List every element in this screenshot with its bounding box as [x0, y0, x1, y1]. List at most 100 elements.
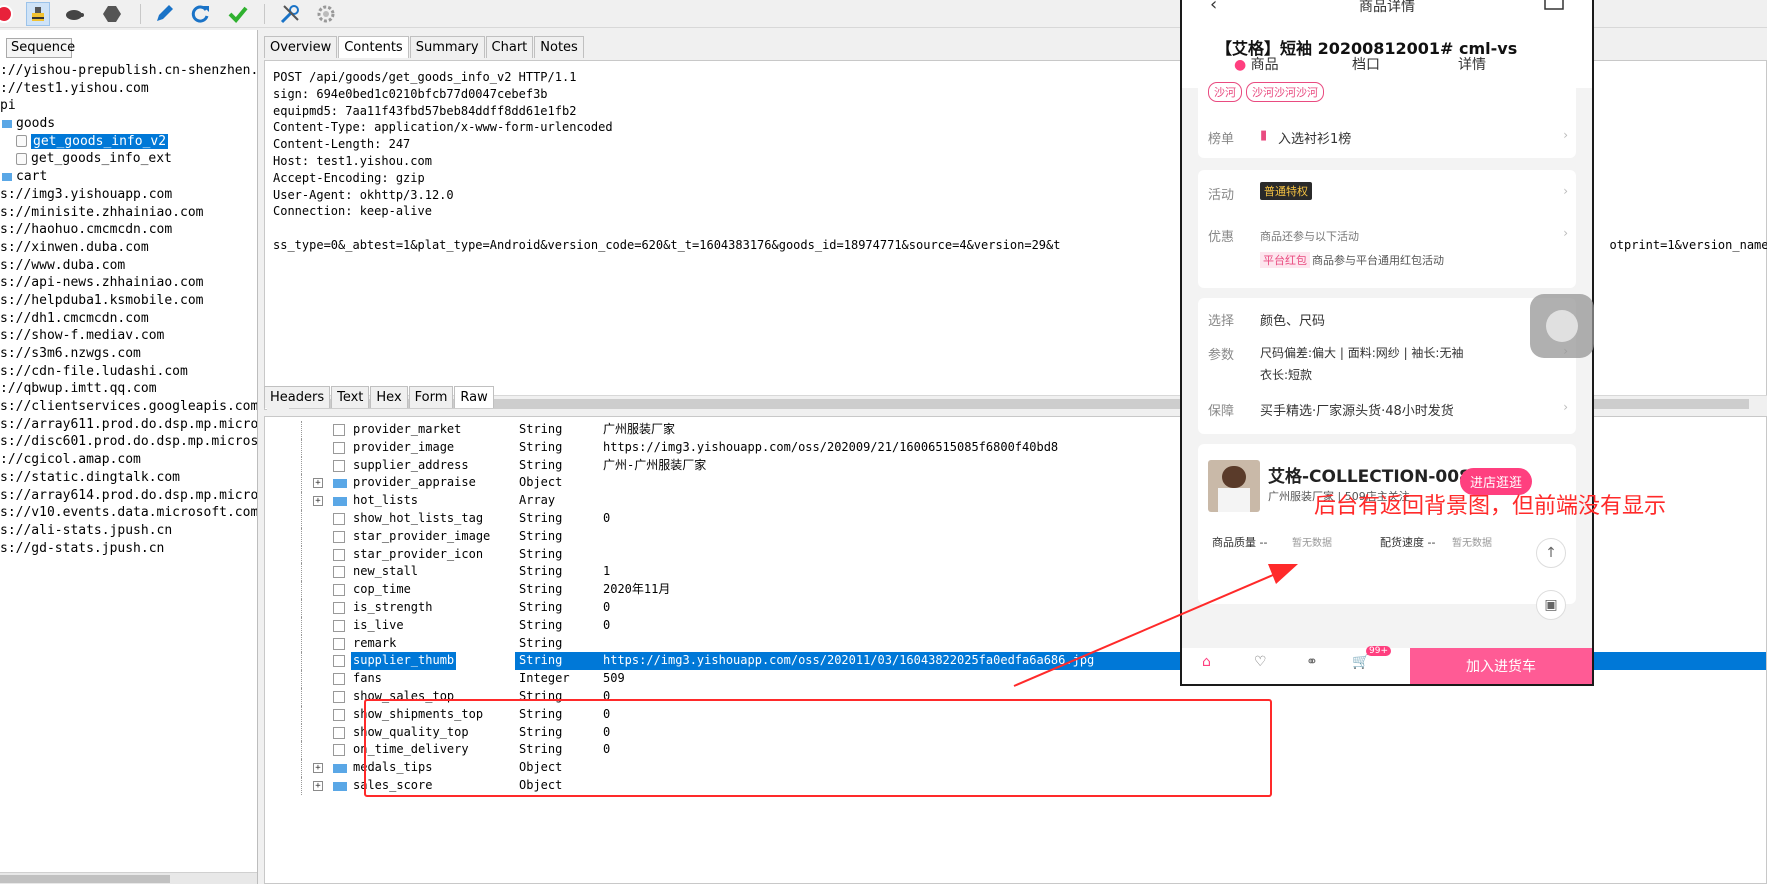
session-list-item[interactable]: get_goods_info_v2 — [0, 133, 257, 151]
store-name: 艾格-COLLECTION-008 — [1268, 467, 1471, 487]
session-list-item[interactable]: s://v10.events.data.microsoft.com — [0, 504, 257, 522]
session-list-item[interactable]: s://array614.prod.do.dsp.mp.microsof — [0, 487, 257, 505]
session-list-item[interactable]: s://minisite.zhhainiao.com — [0, 204, 257, 222]
file-icon — [333, 637, 345, 650]
expand-plus-icon[interactable]: + — [313, 478, 323, 489]
session-list-item[interactable]: s://xinwen.duba.com — [0, 239, 257, 257]
session-list-item[interactable]: s://dh1.cmcmcdn.com — [0, 310, 257, 328]
nav-tab-goods[interactable]: ● 商品 — [1234, 54, 1279, 74]
session-list-item[interactable]: ://cgicol.amap.com — [0, 451, 257, 469]
session-list-item[interactable]: s://clientservices.googleapis.com — [0, 398, 257, 416]
file-icon — [333, 584, 345, 597]
session-list-item[interactable]: s://show-f.mediav.com — [0, 327, 257, 345]
add-to-cart-button[interactable]: 加入进货车 — [1410, 648, 1592, 684]
session-label: cart — [16, 169, 48, 185]
nav-tab-detail[interactable]: 详情 — [1458, 54, 1486, 74]
expand-plus-icon[interactable]: + — [313, 496, 323, 507]
tab-chart[interactable]: Chart — [485, 36, 534, 58]
guarantee-label: 保障 — [1208, 404, 1235, 419]
session-list-item[interactable]: pi — [0, 97, 257, 115]
session-list-item[interactable]: s://www.duba.com — [0, 257, 257, 275]
param-line1: 尺码偏差:偏大 | 面料:网纱 | 袖长:无袖 — [1260, 346, 1464, 360]
folder-icon — [333, 782, 347, 791]
session-list-item[interactable]: goods — [0, 115, 257, 133]
tree-name: is_live — [353, 617, 404, 632]
session-list-item[interactable]: s://api-news.zhhainiao.com — [0, 274, 257, 292]
session-list-item[interactable]: s://gd-stats.jpush.cn — [0, 540, 257, 558]
expand-plus-icon[interactable]: + — [313, 763, 323, 774]
session-list-item[interactable]: s://disc601.prod.do.dsp.mp.microsoft — [0, 433, 257, 451]
nav-tab-stall[interactable]: 档口 — [1352, 54, 1380, 74]
file-icon — [333, 744, 345, 757]
session-list-item[interactable]: ://test1.yishou.com — [0, 80, 257, 98]
session-list-item[interactable]: s://ali-stats.jpush.cn — [0, 522, 257, 540]
scroll-top-icon[interactable]: ↑ — [1536, 538, 1566, 568]
tree-value: 1 — [603, 564, 611, 579]
tag[interactable]: 沙河 — [1208, 82, 1242, 102]
record-icon[interactable] — [0, 2, 16, 26]
session-list-item[interactable]: s://cdn-file.ludashi.com — [0, 363, 257, 381]
tab-raw[interactable]: Raw — [454, 386, 494, 408]
session-label: s://haohuo.cmcmcdn.com — [0, 222, 173, 238]
throttle-turtle-icon[interactable] — [62, 2, 86, 26]
image-icon[interactable]: ▣ — [1536, 590, 1566, 620]
session-list-item[interactable]: s://helpduba1.ksmobile.com — [0, 292, 257, 310]
tab-text[interactable]: Text — [331, 386, 370, 408]
session-list-item[interactable]: s://s3m6.nzwgs.com — [0, 345, 257, 363]
select-text[interactable]: 颜色、尺码 — [1260, 310, 1325, 329]
tree-name: hot_lists — [353, 493, 419, 508]
tree-value: 0 — [603, 600, 611, 614]
store-avatar[interactable] — [1208, 460, 1260, 512]
tab-notes[interactable]: Notes — [534, 36, 584, 58]
stop-hexagon-icon[interactable] — [100, 2, 124, 26]
tab-hex[interactable]: Hex — [370, 386, 408, 408]
activity-label: 活动 — [1208, 188, 1235, 203]
left-horizontal-scrollbar[interactable] — [0, 872, 257, 884]
tree-name: star_provider_icon — [353, 546, 484, 561]
tab-form[interactable]: Form — [408, 386, 454, 408]
tree-value: 509 — [603, 671, 625, 686]
tab-summary[interactable]: Summary — [409, 36, 485, 58]
bottleneck-icon[interactable] — [26, 2, 50, 26]
cart-icon[interactable]: 🛒 — [1352, 654, 1369, 670]
settings-gear-icon[interactable] — [314, 2, 338, 26]
rank-text[interactable]: 入选衬衫1榜 — [1278, 128, 1351, 147]
session-list-item[interactable]: cart — [0, 168, 257, 186]
session-list-item[interactable]: s://array611.prod.do.dsp.mp.microsof — [0, 416, 257, 434]
expand-plus-icon[interactable]: + — [313, 781, 323, 791]
home-icon[interactable]: ⌂ — [1202, 654, 1211, 670]
repeat-icon[interactable] — [188, 2, 212, 26]
folder-icon — [333, 497, 347, 507]
tab-overview[interactable]: Overview — [264, 36, 338, 58]
tree-type: String — [519, 582, 563, 597]
tab-contents[interactable]: Contents — [338, 36, 409, 58]
session-list-item[interactable]: s://haohuo.cmcmcdn.com — [0, 221, 257, 239]
session-list-item[interactable]: get_goods_info_ext — [0, 150, 257, 168]
assistive-touch-icon[interactable] — [1530, 294, 1594, 358]
tree-type: String — [519, 546, 563, 561]
tree-value: https://img3.yishouapp.com/oss/202009/21… — [603, 439, 1059, 454]
session-list-item[interactable]: s://img3.yishouapp.com — [0, 186, 257, 204]
discount-label: 优惠 — [1208, 230, 1235, 245]
compose-pencil-icon[interactable] — [152, 2, 176, 26]
tab-sequence[interactable]: Sequence — [6, 38, 75, 58]
guarantee-text[interactable]: 买手精选·厂家源头货·48小时发货 — [1260, 400, 1454, 419]
session-list-item[interactable]: s://static.dingtalk.com — [0, 469, 257, 487]
tag[interactable]: 沙河沙河沙河 — [1246, 82, 1324, 102]
tree-value: 广州-广州服装厂家 — [603, 457, 707, 472]
image-share-icon[interactable] — [1544, 0, 1564, 10]
headset-icon[interactable]: ⚭ — [1306, 654, 1318, 670]
session-label: s://xinwen.duba.com — [0, 239, 149, 255]
discount-line1: 商品还参与以下活动 — [1260, 230, 1359, 243]
validate-check-icon[interactable] — [226, 2, 250, 26]
chevron-right-icon: › — [1563, 226, 1568, 240]
tools-icon[interactable] — [278, 2, 302, 26]
heart-icon[interactable]: ♡ — [1254, 654, 1267, 670]
session-list-item[interactable]: ://qbwup.imtt.qq.com — [0, 380, 257, 398]
session-list-panel: Sequence ://yishou-prepublish.cn-shenzhe… — [0, 30, 258, 884]
session-list-item[interactable]: ://yishou-prepublish.cn-shenzhen.log — [0, 62, 257, 80]
tag-list: 沙河 沙河沙河沙河 — [1208, 82, 1328, 102]
tab-headers[interactable]: Headers — [264, 386, 331, 408]
session-label: s://minisite.zhhainiao.com — [0, 204, 204, 220]
activity-badge[interactable]: 普通特权 — [1260, 182, 1312, 200]
